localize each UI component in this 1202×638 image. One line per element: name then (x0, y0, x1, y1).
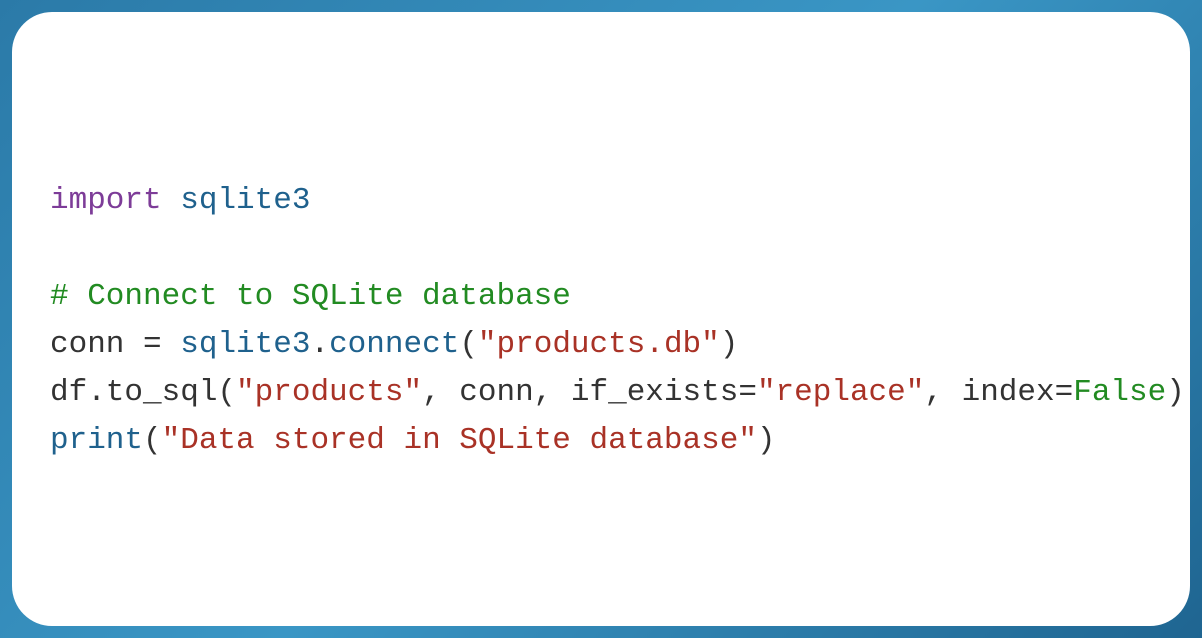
string-literal: "products.db" (478, 327, 720, 362)
import-keyword: import (50, 183, 162, 218)
code-line-3: # Connect to SQLite database (50, 273, 1152, 321)
comment: # Connect to SQLite database (50, 279, 571, 314)
param: if_exists (571, 375, 738, 410)
bool: False (1073, 375, 1166, 410)
dot: . (310, 327, 329, 362)
operator: = (124, 327, 180, 362)
code-card: import sqlite3 # Connect to SQLite datab… (12, 12, 1190, 626)
comma: , (924, 375, 961, 410)
variable: conn (50, 327, 124, 362)
paren-open: ( (459, 327, 478, 362)
string-literal: "Data stored in SQLite database" (162, 423, 757, 458)
paren-open: ( (143, 423, 162, 458)
code-line-1: import sqlite3 (50, 177, 1152, 225)
paren-close: ) (720, 327, 739, 362)
eq: = (738, 375, 757, 410)
space (162, 183, 181, 218)
paren-close: ) (1166, 375, 1185, 410)
code-line-6: print("Data stored in SQLite database") (50, 417, 1152, 465)
param: index (962, 375, 1055, 410)
comma-group: , conn, (422, 375, 571, 410)
string-literal: "products" (236, 375, 422, 410)
paren-close: ) (757, 423, 776, 458)
builtin-fn: print (50, 423, 143, 458)
blank-line (50, 225, 1152, 273)
code-line-5: df.to_sql("products", conn, if_exists="r… (50, 369, 1152, 417)
object: sqlite3 (180, 327, 310, 362)
code-line-4: conn = sqlite3.connect("products.db") (50, 321, 1152, 369)
string-literal: "replace" (757, 375, 924, 410)
method: connect (329, 327, 459, 362)
module-name: sqlite3 (180, 183, 310, 218)
eq: = (1055, 375, 1074, 410)
prefix: df.to_sql( (50, 375, 236, 410)
